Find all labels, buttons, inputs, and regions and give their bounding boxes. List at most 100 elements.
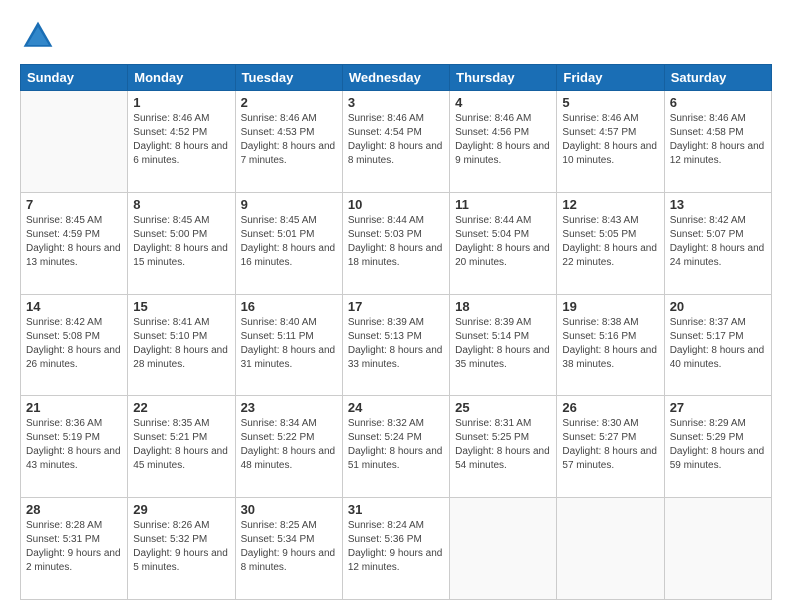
day-info: Sunrise: 8:29 AM Sunset: 5:29 PM Dayligh… — [670, 417, 766, 473]
day-info: Sunrise: 8:46 AM Sunset: 4:56 PM Dayligh… — [455, 112, 551, 168]
day-info: Sunrise: 8:45 AM Sunset: 5:01 PM Dayligh… — [241, 214, 337, 270]
day-number: 15 — [133, 299, 229, 314]
weekday-header: Friday — [557, 65, 664, 91]
day-number: 14 — [26, 299, 122, 314]
day-info: Sunrise: 8:32 AM Sunset: 5:24 PM Dayligh… — [348, 417, 444, 473]
week-row: 7Sunrise: 8:45 AM Sunset: 4:59 PM Daylig… — [21, 192, 772, 294]
day-info: Sunrise: 8:40 AM Sunset: 5:11 PM Dayligh… — [241, 316, 337, 372]
day-number: 22 — [133, 400, 229, 415]
logo — [20, 18, 60, 54]
day-number: 13 — [670, 197, 766, 212]
day-number: 30 — [241, 502, 337, 517]
day-info: Sunrise: 8:39 AM Sunset: 5:13 PM Dayligh… — [348, 316, 444, 372]
weekday-header: Tuesday — [235, 65, 342, 91]
calendar-cell: 24 Sunrise: 8:32 AM Sunset: 5:24 PM Dayli… — [342, 396, 449, 498]
calendar-cell: 23 Sunrise: 8:34 AM Sunset: 5:22 PM Dayli… — [235, 396, 342, 498]
day-number: 12 — [562, 197, 658, 212]
day-number: 16 — [241, 299, 337, 314]
calendar-cell: 27 Sunrise: 8:29 AM Sunset: 5:29 PM Dayli… — [664, 396, 771, 498]
day-info: Sunrise: 8:42 AM Sunset: 5:07 PM Dayligh… — [670, 214, 766, 270]
week-row: 14 Sunrise: 8:42 AM Sunset: 5:08 PM Dayli… — [21, 294, 772, 396]
calendar-cell: 9 Sunrise: 8:45 AM Sunset: 5:01 PM Daylig… — [235, 192, 342, 294]
calendar-cell: 29Sunrise: 8:26 AM Sunset: 5:32 PM Dayli… — [128, 498, 235, 600]
day-number: 1 — [133, 95, 229, 110]
weekday-header: Sunday — [21, 65, 128, 91]
calendar-cell — [450, 498, 557, 600]
day-info: Sunrise: 8:39 AM Sunset: 5:14 PM Dayligh… — [455, 316, 551, 372]
day-number: 5 — [562, 95, 658, 110]
calendar-cell: 21 Sunrise: 8:36 AM Sunset: 5:19 PM Dayli… — [21, 396, 128, 498]
weekday-header: Monday — [128, 65, 235, 91]
day-info: Sunrise: 8:36 AM Sunset: 5:19 PM Dayligh… — [26, 417, 122, 473]
calendar-cell: 25Sunrise: 8:31 AM Sunset: 5:25 PM Dayli… — [450, 396, 557, 498]
calendar-cell: 16 Sunrise: 8:40 AM Sunset: 5:11 PM Dayli… — [235, 294, 342, 396]
day-number: 26 — [562, 400, 658, 415]
day-number: 24 — [348, 400, 444, 415]
calendar-cell: 13 Sunrise: 8:42 AM Sunset: 5:07 PM Dayli… — [664, 192, 771, 294]
day-number: 7 — [26, 197, 122, 212]
calendar-cell — [21, 91, 128, 193]
calendar-cell: 17 Sunrise: 8:39 AM Sunset: 5:13 PM Dayli… — [342, 294, 449, 396]
calendar-cell: 19 Sunrise: 8:38 AM Sunset: 5:16 PM Dayli… — [557, 294, 664, 396]
day-info: Sunrise: 8:42 AM Sunset: 5:08 PM Dayligh… — [26, 316, 122, 372]
day-info: Sunrise: 8:35 AM Sunset: 5:21 PM Dayligh… — [133, 417, 229, 473]
day-number: 3 — [348, 95, 444, 110]
calendar-cell: 11 Sunrise: 8:44 AM Sunset: 5:04 PM Dayli… — [450, 192, 557, 294]
day-info: Sunrise: 8:44 AM Sunset: 5:03 PM Dayligh… — [348, 214, 444, 270]
day-info: Sunrise: 8:45 AM Sunset: 5:00 PM Dayligh… — [133, 214, 229, 270]
day-number: 28 — [26, 502, 122, 517]
calendar-cell: 31Sunrise: 8:24 AM Sunset: 5:36 PM Dayli… — [342, 498, 449, 600]
day-info: Sunrise: 8:46 AM Sunset: 4:54 PM Dayligh… — [348, 112, 444, 168]
day-number: 19 — [562, 299, 658, 314]
calendar-cell: 10Sunrise: 8:44 AM Sunset: 5:03 PM Dayli… — [342, 192, 449, 294]
calendar-table: SundayMondayTuesdayWednesdayThursdayFrid… — [20, 64, 772, 600]
day-number: 23 — [241, 400, 337, 415]
day-info: Sunrise: 8:46 AM Sunset: 4:57 PM Dayligh… — [562, 112, 658, 168]
calendar-cell: 5 Sunrise: 8:46 AM Sunset: 4:57 PM Daylig… — [557, 91, 664, 193]
week-row: 28 Sunrise: 8:28 AM Sunset: 5:31 PM Dayli… — [21, 498, 772, 600]
logo-icon — [20, 18, 56, 54]
day-number: 2 — [241, 95, 337, 110]
calendar-cell: 26 Sunrise: 8:30 AM Sunset: 5:27 PM Dayli… — [557, 396, 664, 498]
calendar-cell — [557, 498, 664, 600]
day-info: Sunrise: 8:24 AM Sunset: 5:36 PM Dayligh… — [348, 519, 444, 575]
day-info: Sunrise: 8:44 AM Sunset: 5:04 PM Dayligh… — [455, 214, 551, 270]
day-number: 21 — [26, 400, 122, 415]
calendar-cell: 30Sunrise: 8:25 AM Sunset: 5:34 PM Dayli… — [235, 498, 342, 600]
calendar-cell: 2 Sunrise: 8:46 AM Sunset: 4:53 PM Daylig… — [235, 91, 342, 193]
header — [20, 18, 772, 54]
day-info: Sunrise: 8:46 AM Sunset: 4:52 PM Dayligh… — [133, 112, 229, 168]
day-info: Sunrise: 8:46 AM Sunset: 4:53 PM Dayligh… — [241, 112, 337, 168]
weekday-header: Saturday — [664, 65, 771, 91]
day-info: Sunrise: 8:34 AM Sunset: 5:22 PM Dayligh… — [241, 417, 337, 473]
day-number: 27 — [670, 400, 766, 415]
day-info: Sunrise: 8:43 AM Sunset: 5:05 PM Dayligh… — [562, 214, 658, 270]
calendar-cell: 1 Sunrise: 8:46 AM Sunset: 4:52 PM Daylig… — [128, 91, 235, 193]
day-number: 4 — [455, 95, 551, 110]
day-number: 18 — [455, 299, 551, 314]
day-info: Sunrise: 8:41 AM Sunset: 5:10 PM Dayligh… — [133, 316, 229, 372]
calendar-cell: 12 Sunrise: 8:43 AM Sunset: 5:05 PM Dayli… — [557, 192, 664, 294]
week-row: 21 Sunrise: 8:36 AM Sunset: 5:19 PM Dayli… — [21, 396, 772, 498]
day-number: 17 — [348, 299, 444, 314]
day-number: 6 — [670, 95, 766, 110]
day-info: Sunrise: 8:30 AM Sunset: 5:27 PM Dayligh… — [562, 417, 658, 473]
day-number: 8 — [133, 197, 229, 212]
calendar-cell: 18 Sunrise: 8:39 AM Sunset: 5:14 PM Dayli… — [450, 294, 557, 396]
day-number: 20 — [670, 299, 766, 314]
day-info: Sunrise: 8:37 AM Sunset: 5:17 PM Dayligh… — [670, 316, 766, 372]
calendar-cell: 20 Sunrise: 8:37 AM Sunset: 5:17 PM Dayli… — [664, 294, 771, 396]
calendar-cell: 15 Sunrise: 8:41 AM Sunset: 5:10 PM Dayli… — [128, 294, 235, 396]
calendar-cell: 6 Sunrise: 8:46 AM Sunset: 4:58 PM Daylig… — [664, 91, 771, 193]
day-info: Sunrise: 8:28 AM Sunset: 5:31 PM Dayligh… — [26, 519, 122, 575]
day-number: 25 — [455, 400, 551, 415]
weekday-header: Thursday — [450, 65, 557, 91]
day-number: 11 — [455, 197, 551, 212]
calendar-cell: 8 Sunrise: 8:45 AM Sunset: 5:00 PM Daylig… — [128, 192, 235, 294]
day-info: Sunrise: 8:38 AM Sunset: 5:16 PM Dayligh… — [562, 316, 658, 372]
day-number: 9 — [241, 197, 337, 212]
calendar-cell: 28 Sunrise: 8:28 AM Sunset: 5:31 PM Dayli… — [21, 498, 128, 600]
day-info: Sunrise: 8:46 AM Sunset: 4:58 PM Dayligh… — [670, 112, 766, 168]
calendar-cell: 4 Sunrise: 8:46 AM Sunset: 4:56 PM Daylig… — [450, 91, 557, 193]
calendar-cell: 7Sunrise: 8:45 AM Sunset: 4:59 PM Daylig… — [21, 192, 128, 294]
